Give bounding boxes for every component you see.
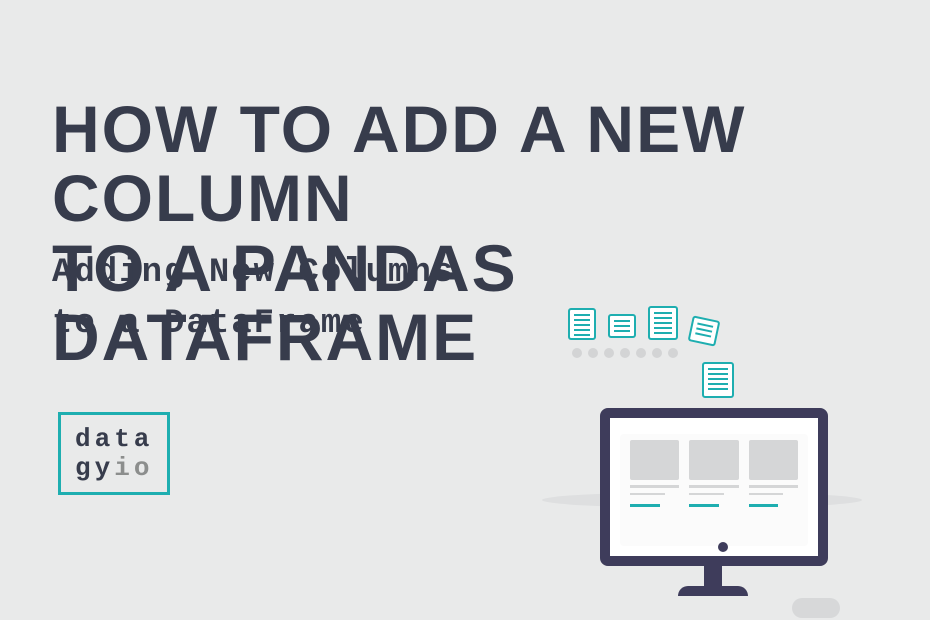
mousepad-icon	[792, 598, 840, 618]
loading-dots	[572, 348, 678, 358]
datagy-logo: data gyio	[58, 412, 170, 495]
document-icon	[648, 306, 678, 340]
subtitle-line-1: Adding New Columns	[52, 254, 455, 292]
document-icon	[608, 314, 636, 338]
document-icon	[568, 308, 596, 340]
monitor-icon	[600, 408, 828, 566]
document-icon	[688, 315, 721, 346]
logo-text-io: io	[114, 453, 153, 483]
logo-text-line1: data	[75, 424, 153, 454]
computer-illustration	[552, 300, 872, 520]
subtitle-line-2: to a DataFrame	[52, 305, 366, 343]
title-line-1: HOW TO ADD A NEW COLUMN	[52, 92, 746, 235]
subtitle: Adding New Columns to a DataFrame	[52, 248, 455, 350]
logo-text-gy: gy	[75, 453, 114, 483]
document-icon	[702, 362, 734, 398]
